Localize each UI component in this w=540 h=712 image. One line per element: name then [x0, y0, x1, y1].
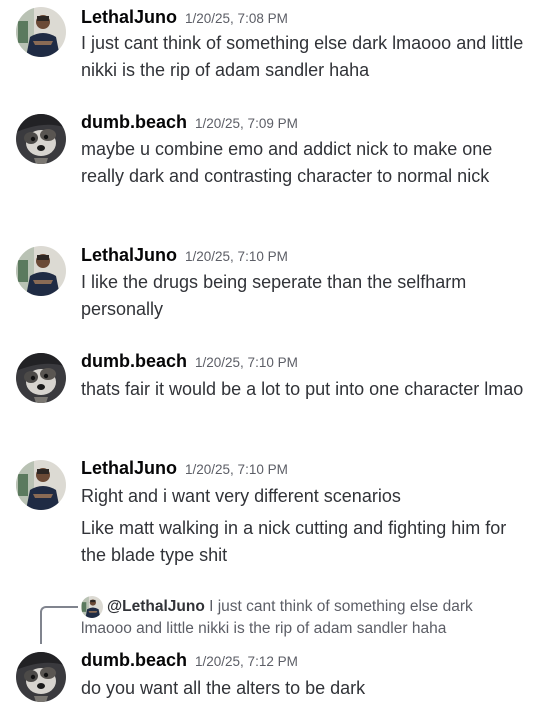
- message-header: dumb.beach 1/20/25, 7:12 PM: [81, 650, 298, 671]
- username[interactable]: dumb.beach: [81, 650, 187, 670]
- reply-connector: [40, 606, 78, 644]
- username[interactable]: LethalJuno: [81, 245, 177, 265]
- message-text: I just cant think of something else dark…: [81, 33, 524, 80]
- juno-avatar-icon[interactable]: [16, 7, 66, 57]
- message-text: Right and i want very different scenario…: [81, 486, 401, 506]
- username[interactable]: LethalJuno: [81, 458, 177, 478]
- dog-avatar-icon[interactable]: [16, 114, 66, 164]
- message-text: maybe u combine emo and addict nick to m…: [81, 139, 493, 186]
- timestamp: 1/20/25, 7:10 PM: [195, 355, 298, 370]
- username[interactable]: dumb.beach: [81, 112, 187, 132]
- reply-preview[interactable]: @LethalJuno I just cant think of somethi…: [81, 596, 521, 640]
- timestamp: 1/20/25, 7:10 PM: [185, 462, 288, 477]
- message-text: Like matt walking in a nick cutting and …: [81, 518, 507, 565]
- reply-mention[interactable]: @LethalJuno: [107, 598, 205, 615]
- message-header: dumb.beach 1/20/25, 7:10 PM: [81, 351, 298, 372]
- juno-avatar-icon[interactable]: [16, 246, 66, 296]
- message-header: LethalJuno 1/20/25, 7:10 PM: [81, 458, 288, 479]
- juno-avatar-icon[interactable]: [16, 460, 66, 510]
- dog-avatar-icon[interactable]: [16, 652, 66, 702]
- dog-avatar-icon[interactable]: [16, 353, 66, 403]
- timestamp: 1/20/25, 7:09 PM: [195, 116, 298, 131]
- message-text: thats fair it would be a lot to put into…: [81, 379, 524, 399]
- username[interactable]: dumb.beach: [81, 351, 187, 371]
- message-header: LethalJuno 1/20/25, 7:10 PM: [81, 245, 288, 266]
- message-header: dumb.beach 1/20/25, 7:09 PM: [81, 112, 298, 133]
- timestamp: 1/20/25, 7:08 PM: [185, 11, 288, 26]
- message-text: I like the drugs being seperate than the…: [81, 272, 467, 319]
- message-text: do you want all the alters to be dark: [81, 678, 366, 698]
- timestamp: 1/20/25, 7:12 PM: [195, 654, 298, 669]
- message-header: LethalJuno 1/20/25, 7:08 PM: [81, 7, 288, 28]
- timestamp: 1/20/25, 7:10 PM: [185, 249, 288, 264]
- username[interactable]: LethalJuno: [81, 7, 177, 27]
